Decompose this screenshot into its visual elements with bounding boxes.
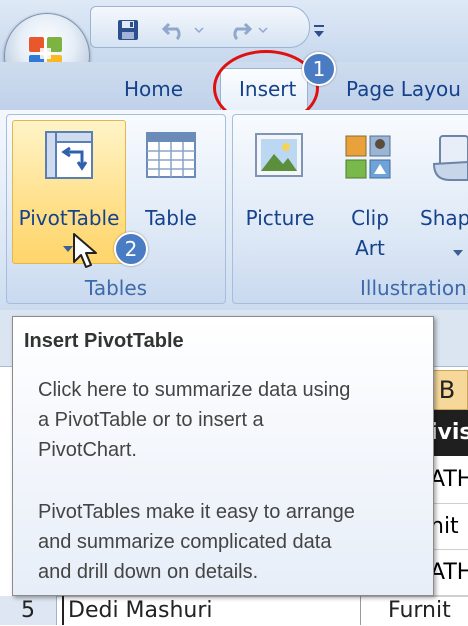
tab-home[interactable]: Home [124,77,183,101]
save-icon[interactable] [114,16,142,44]
illustrations-group-label: Illustration [360,276,467,300]
clipart-label-line1: Clip [351,206,389,230]
step-1-badge: 1 [302,52,336,86]
shapes-dropdown-icon [452,242,464,261]
tooltip-line-3: PivotChart. [38,439,137,461]
tooltip-line-2: a PivotTable or to insert a [38,409,264,431]
undo-icon[interactable] [160,16,190,44]
redo-dropdown-icon[interactable] [256,22,270,38]
table-button[interactable] [136,132,206,262]
mouse-cursor-icon [72,232,98,274]
undo-dropdown-icon[interactable] [192,22,206,38]
tooltip-line-4: PivotTables make it easy to arrange [38,501,355,523]
customize-arrow-icon[interactable] [310,20,328,42]
clipart-label-line2: Art [355,236,385,260]
tooltip-line-6: and drill down on details. [38,561,259,583]
tooltip-line-1: Click here to summarize data using [38,379,351,401]
table-label: Table [145,206,197,230]
cell-b5-value[interactable]: Furnit [388,596,468,625]
redo-icon[interactable] [224,16,254,44]
tables-group-label: Tables [84,276,148,300]
cell-a5-name[interactable]: Dedi Mashuri [62,596,358,625]
tab-page-layout[interactable]: Page Layou [346,77,461,101]
tooltip-line-5: and summarize complicated data [38,531,332,553]
tooltip-title: Insert PivotTable [24,330,184,352]
picture-button[interactable] [244,126,324,262]
pivottable-label: PivotTable [18,206,120,230]
shapes-label: Shap [420,206,468,230]
cell-divider [360,596,361,625]
picture-label: Picture [245,206,315,230]
pivottable-icon [44,130,94,184]
row-number-5[interactable]: 5 [0,596,57,625]
